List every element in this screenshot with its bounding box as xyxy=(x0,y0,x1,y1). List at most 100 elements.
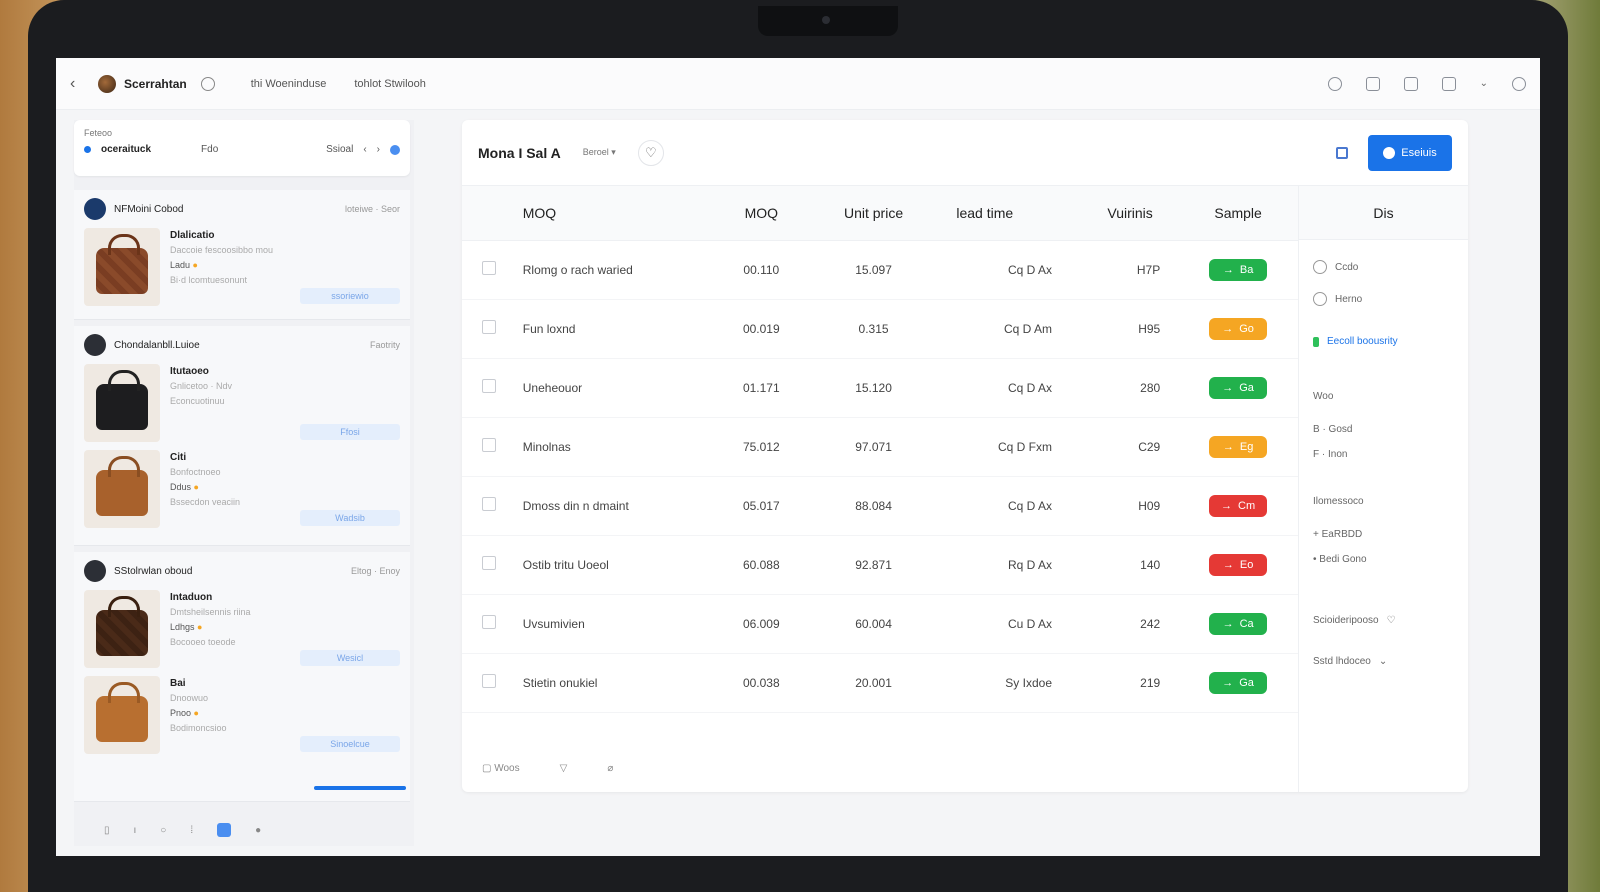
table-row[interactable]: Ostib tritu Uoeol 60.088 92.871 Rq D Ax 140 →… xyxy=(462,535,1298,595)
sidebar-dropdown-1[interactable]: Scioideripooso ♡ xyxy=(1313,615,1454,626)
sidebar-option-2[interactable]: Herno xyxy=(1313,292,1454,306)
sample-status-button[interactable]: → Eo xyxy=(1209,553,1268,576)
product-thumbnail[interactable] xyxy=(84,450,160,528)
supplier-card[interactable]: NFMoini Cobod loteiwe · Seor Dlalicatio … xyxy=(74,190,410,320)
table-row[interactable]: Uvsumivien 06.009 60.004 Cu D Ax 242 → Ca xyxy=(462,594,1298,654)
edit-icon[interactable] xyxy=(1403,76,1418,91)
sort-dropdown[interactable]: Beroel ▾ xyxy=(583,147,616,158)
product-item[interactable]: Bai Dnoowuo Pnoo ● Bodimoncsioo Sinoelcu… xyxy=(84,676,400,754)
globe-icon[interactable] xyxy=(200,76,215,91)
product-line1: Gnlicetoo · Ndv xyxy=(170,381,233,391)
active-dot-icon xyxy=(84,146,91,153)
favorite-icon[interactable]: ♡ xyxy=(637,139,664,166)
header-variants[interactable]: Vuirinis xyxy=(1082,186,1179,241)
table-row[interactable]: Minolnas 75.012 97.071 Cq D Fxm C29 → Eg xyxy=(462,417,1298,477)
nav-link-1[interactable]: thi Woeninduse xyxy=(251,78,327,90)
grid-view-icon[interactable] xyxy=(217,823,232,837)
product-action-button[interactable]: Sinoelcue xyxy=(300,736,400,752)
settings-icon[interactable]: ● xyxy=(255,825,261,836)
sample-status-button[interactable]: → Ga xyxy=(1209,376,1268,399)
header-name[interactable]: MOQ xyxy=(504,186,708,241)
row-checkbox[interactable] xyxy=(482,674,496,688)
cell-sample: → Go xyxy=(1178,299,1298,359)
header-unit-price[interactable]: Unit price xyxy=(814,186,933,241)
supplier-avatar xyxy=(84,560,106,582)
sample-status-button[interactable]: → Ba xyxy=(1209,258,1268,281)
supplier-card[interactable]: Chondalanbll.Luioe Faotrity Itutaoeo Gnl… xyxy=(74,326,410,546)
arrow-left-icon[interactable]: ‹ xyxy=(363,144,366,155)
product-thumbnail[interactable] xyxy=(84,590,160,668)
row-checkbox[interactable] xyxy=(482,556,496,570)
handbag-image xyxy=(96,370,148,430)
product-item[interactable]: Dlalicatio Daccoie fescoosibbo mou Ladu … xyxy=(84,228,400,306)
table-row[interactable]: Rlomg o rach waried 00.110 15.097 Cq D Ax H7… xyxy=(462,240,1298,300)
table-row[interactable]: Dmoss din n dmaint 05.017 88.084 Cq D Ax H09… xyxy=(462,476,1298,536)
product-item[interactable]: Citi Bonfoctnoeo Ddus ● Bssecdon veaciin… xyxy=(84,450,400,528)
sidebar-option-1[interactable]: Ccdo xyxy=(1313,260,1454,274)
pin-icon[interactable]: ı xyxy=(134,825,137,836)
product-thumbnail[interactable] xyxy=(84,364,160,442)
primary-action-button[interactable]: Eseiuis xyxy=(1368,134,1452,171)
row-checkbox[interactable] xyxy=(482,438,496,452)
top-bar: ‹ Scerrahtan thi Woeninduse tohlot Stwil… xyxy=(56,58,1540,110)
sample-status-button[interactable]: → Ca xyxy=(1209,612,1268,635)
chevron-down-icon[interactable]: ⌄ xyxy=(1480,78,1488,89)
chat-icon[interactable] xyxy=(1327,76,1342,91)
table-row[interactable]: Stietin onukiel 00.038 20.001 Sy Ixdoe 219 → G… xyxy=(462,653,1298,713)
progress-bar xyxy=(314,786,406,790)
location-icon[interactable] xyxy=(390,144,400,155)
image-icon[interactable] xyxy=(1441,76,1456,91)
attach-icon[interactable]: ⌀ xyxy=(607,763,613,774)
clipboard-icon[interactable]: ▯ xyxy=(104,825,110,836)
product-action-button[interactable]: Wesicl xyxy=(300,650,400,666)
sidebar-link[interactable]: Eecoll boousrity xyxy=(1313,336,1454,347)
row-checkbox[interactable] xyxy=(482,497,496,511)
filter-active[interactable]: oceraituck xyxy=(101,144,151,155)
table-row[interactable]: Fun loxnd 00.019 0.315 Cq D Am H95 → Go xyxy=(462,299,1298,359)
row-checkbox[interactable] xyxy=(482,320,496,334)
document-icon[interactable] xyxy=(1365,76,1380,91)
list-icon[interactable]: ⁞ xyxy=(190,825,193,836)
row-checkbox[interactable] xyxy=(482,379,496,393)
product-item[interactable]: Itutaoeo Gnlicetoo · Ndv Econcuotinuu Ff… xyxy=(84,364,400,442)
supplier-header: NFMoini Cobod loteiwe · Seor xyxy=(84,198,400,220)
supplier-name[interactable]: SStolrwlan oboud xyxy=(114,566,192,577)
arrow-right-icon[interactable]: › xyxy=(377,144,380,155)
user-icon[interactable] xyxy=(1512,76,1526,91)
product-item[interactable]: Intaduon Dmtsheilsennis riina Ldhgs ● Bo… xyxy=(84,590,400,668)
header-sample[interactable]: Sample xyxy=(1178,186,1298,241)
supplier-card[interactable]: SStolrwlan oboud Eltog · Enoy Intaduon D… xyxy=(74,552,410,802)
app-screen: ‹ Scerrahtan thi Woeninduse tohlot Stwil… xyxy=(56,58,1540,856)
sample-status-button[interactable]: → Eg xyxy=(1209,435,1268,458)
supplier-name[interactable]: Chondalanbll.Luioe xyxy=(114,340,200,351)
header-moq[interactable]: MOQ xyxy=(707,186,815,241)
filter-icon[interactable]: ▽ xyxy=(560,763,568,774)
table-row[interactable]: Uneheouor 01.171 15.120 Cq D Ax 280 → Ga xyxy=(462,358,1298,418)
nav-link-2[interactable]: tohlot Stwilooh xyxy=(354,78,426,90)
cell-variants: 140 xyxy=(1082,535,1179,595)
filter-option-3[interactable]: Ssioal xyxy=(326,144,353,155)
cell-moq: 00.019 xyxy=(707,299,815,359)
filter-option-2[interactable]: Fdo xyxy=(201,144,218,155)
sample-status-label: Ga xyxy=(1239,676,1254,689)
product-line3: Econcuotinuu xyxy=(170,396,225,406)
calendar-icon[interactable] xyxy=(1336,146,1348,159)
product-thumbnail[interactable] xyxy=(84,228,160,306)
sample-status-button[interactable]: → Cm xyxy=(1209,494,1268,517)
camera-icon xyxy=(822,16,830,24)
product-action-button[interactable]: Wadsib xyxy=(300,510,400,526)
sidebar-dropdown-2[interactable]: Sstd lhdoceo ⌄ xyxy=(1313,656,1454,667)
product-thumbnail[interactable] xyxy=(84,676,160,754)
row-checkbox[interactable] xyxy=(482,261,496,275)
back-arrow-icon[interactable]: ‹ xyxy=(70,75,84,93)
row-checkbox[interactable] xyxy=(482,615,496,629)
header-lead-time[interactable]: lead time xyxy=(932,186,1082,241)
cell-variants: 219 xyxy=(1082,653,1179,713)
product-action-button[interactable]: Ffosi xyxy=(300,424,400,440)
product-action-button[interactable]: ssoriewio xyxy=(300,288,400,304)
supplier-name[interactable]: NFMoini Cobod xyxy=(114,204,183,215)
sample-status-button[interactable]: → Ga xyxy=(1209,671,1268,694)
sample-status-button[interactable]: → Go xyxy=(1209,317,1268,340)
footer-label[interactable]: ▢ Woos xyxy=(482,763,520,774)
lock-icon[interactable]: ○ xyxy=(160,825,166,836)
